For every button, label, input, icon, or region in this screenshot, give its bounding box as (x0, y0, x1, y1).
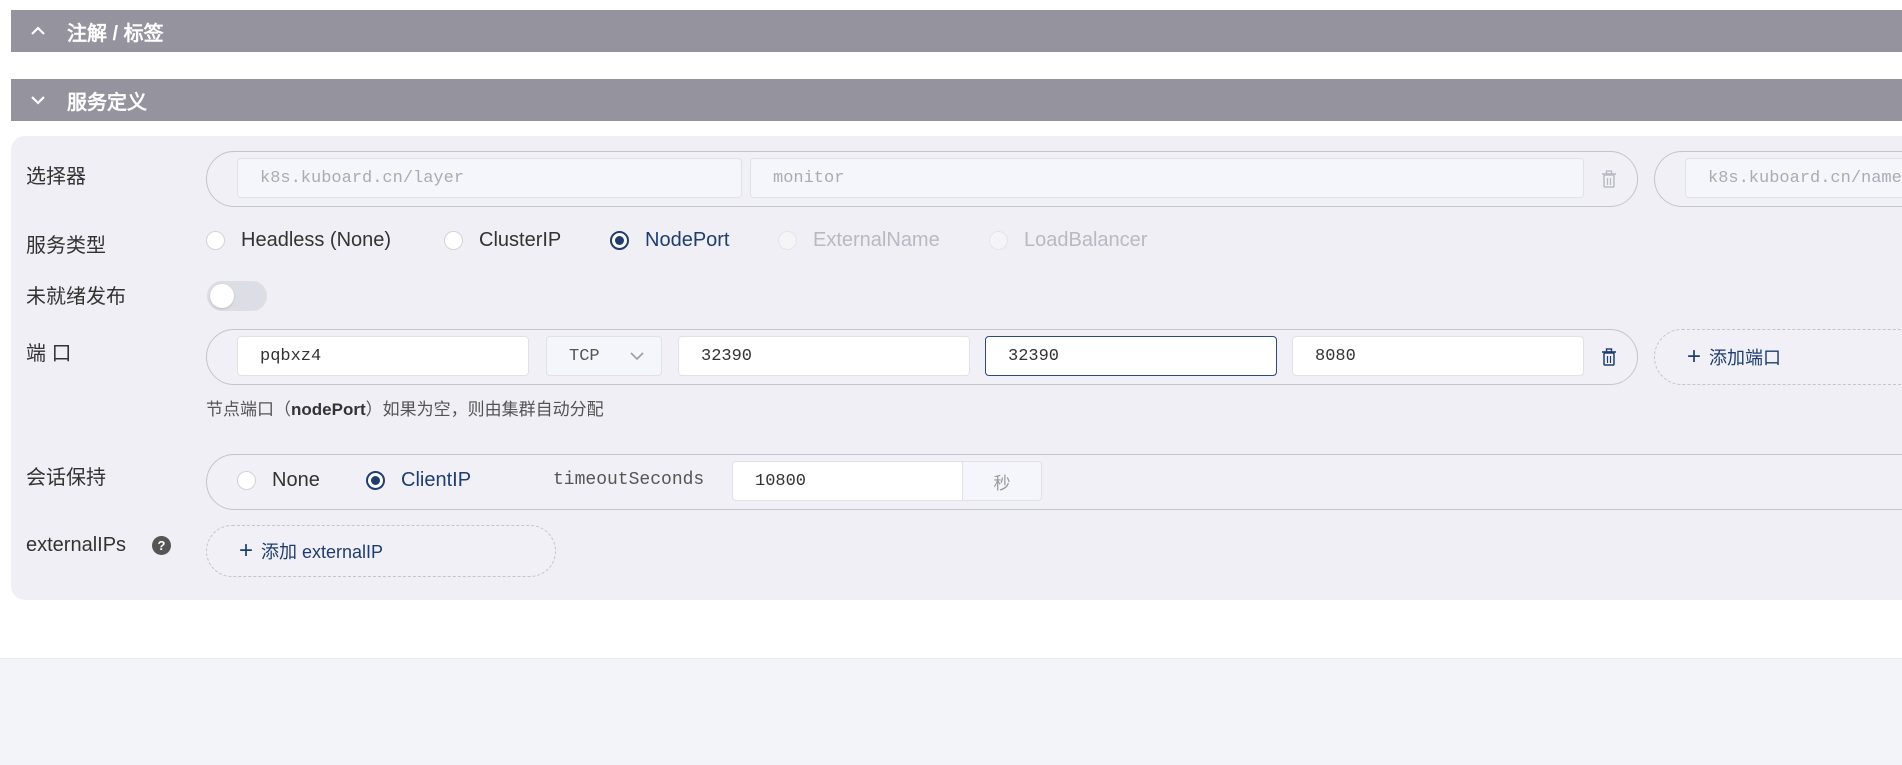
timeout-seconds-input[interactable]: 10800 (732, 461, 963, 501)
selector-value-input[interactable]: monitor (750, 158, 1584, 198)
help-icon[interactable]: ? (152, 536, 171, 555)
service-definition-section-header[interactable]: 服务定义 (11, 79, 1902, 121)
annotations-section-title: 注解 / 标签 (67, 22, 164, 45)
port-protocol-value: TCP (569, 346, 600, 366)
target-port-input[interactable]: 8080 (1292, 336, 1584, 376)
delete-port-icon[interactable] (1599, 346, 1619, 368)
plus-icon: + (1687, 343, 1702, 370)
add-external-ip-label: 添加 externalIP (261, 542, 384, 562)
session-affinity-none[interactable]: None (237, 469, 320, 492)
page-footer-area (0, 658, 1902, 765)
unready-publish-toggle[interactable] (207, 281, 267, 311)
add-port-button[interactable]: + 添加端口 (1654, 329, 1902, 385)
service-definition-panel: 选择器 k8s.kuboard.cn/layer monitor k8s.kub… (11, 136, 1902, 600)
external-ips-label: externalIPs (26, 534, 127, 556)
ports-label: 端 口 (26, 343, 72, 365)
delete-selector-icon[interactable] (1599, 168, 1619, 190)
timeout-unit: 秒 (962, 461, 1042, 501)
node-port-hint: 节点端口（nodePort）如果为空，则由集群自动分配 (206, 400, 604, 419)
selector-key-input[interactable]: k8s.kuboard.cn/layer (237, 158, 742, 198)
session-affinity-label: 会话保持 (26, 467, 106, 489)
service-type-loadbalancer: LoadBalancer (989, 229, 1147, 252)
service-type-label: 服务类型 (26, 235, 106, 257)
service-type-externalname: ExternalName (778, 229, 940, 252)
port-name-input[interactable]: pqbxz4 (237, 336, 529, 376)
service-definition-section-title: 服务定义 (67, 91, 147, 114)
chevron-up-icon (27, 20, 49, 42)
session-affinity-clientip[interactable]: ClientIP (366, 469, 471, 492)
port-row: pqbxz4 TCP 32390 32390 8080 (206, 329, 1638, 385)
selector-row-2: k8s.kuboard.cn/name (1654, 151, 1902, 207)
add-external-ip-button[interactable]: + 添加 externalIP (206, 525, 556, 577)
unready-publish-label: 未就绪发布 (26, 286, 126, 308)
node-port-input[interactable]: 32390 (985, 336, 1277, 376)
timeout-seconds-label: timeoutSeconds (553, 470, 705, 490)
service-type-headless[interactable]: Headless (None) (206, 229, 391, 252)
selector-key-input-2[interactable]: k8s.kuboard.cn/name (1685, 158, 1902, 198)
plus-icon: + (239, 537, 254, 564)
service-type-clusterip[interactable]: ClusterIP (444, 229, 561, 252)
port-input[interactable]: 32390 (678, 336, 970, 376)
chevron-down-icon (27, 89, 49, 111)
port-protocol-select[interactable]: TCP (546, 336, 662, 376)
annotations-section-header[interactable]: 注解 / 标签 (11, 10, 1902, 52)
chevron-down-icon (630, 352, 644, 361)
selector-row-1: k8s.kuboard.cn/layer monitor (206, 151, 1638, 207)
service-type-nodeport[interactable]: NodePort (610, 229, 730, 252)
session-affinity-row: None ClientIP timeoutSeconds 10800 秒 (206, 454, 1902, 510)
add-port-label: 添加端口 (1709, 348, 1782, 368)
selector-label: 选择器 (26, 166, 86, 188)
